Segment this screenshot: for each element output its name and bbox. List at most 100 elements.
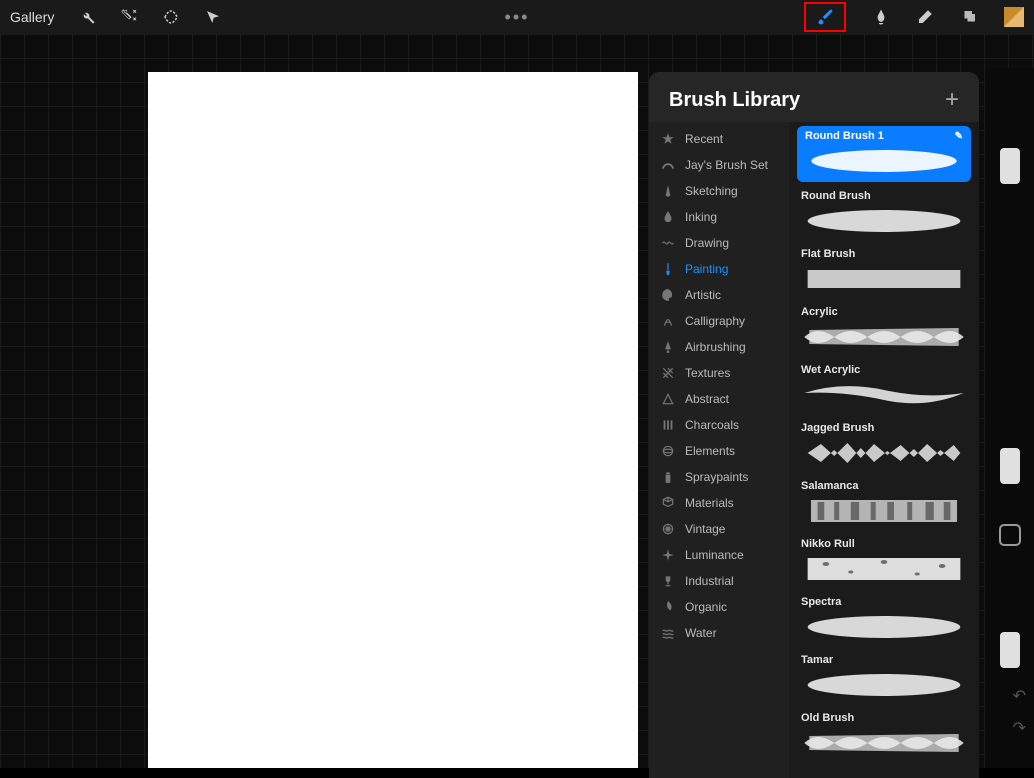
brush-size-slider-thumb[interactable] [1000,148,1020,184]
category-label: Charcoals [685,418,739,432]
topbar-left-tools [78,8,222,26]
category-list[interactable]: Recent Jay's Brush Set Sketching Inking Draw… [649,122,789,778]
brush-tool-highlighted[interactable] [804,2,846,32]
opacity-slider-thumb[interactable] [1000,448,1020,484]
category-label: Luminance [685,548,744,562]
category-item-water[interactable]: Water [649,620,789,646]
category-item-industrial[interactable]: Industrial [649,568,789,594]
lines-icon [661,418,675,432]
category-item-elements[interactable]: Elements [649,438,789,464]
brush-name: Round Brush 1✎ [805,130,963,142]
brush-item-round-brush[interactable]: Round Brush [797,188,971,240]
trophy-icon [661,574,675,588]
brush-item-jagged-brush[interactable]: Jagged Brush [797,420,971,472]
sphere-icon [661,444,675,458]
category-label: Recent [685,132,723,146]
category-label: Calligraphy [685,314,745,328]
category-item-airbrushing[interactable]: Airbrushing [649,334,789,360]
color-picker[interactable] [1004,7,1024,27]
pencil-icon [661,184,675,198]
category-item-organic[interactable]: Organic [649,594,789,620]
gallery-button[interactable]: Gallery [10,9,54,25]
cursor-icon[interactable] [204,8,222,26]
brush-name: Old Brush [801,712,967,724]
brush-item-salamanca[interactable]: Salamanca [797,478,971,530]
asterisk-icon [661,522,675,536]
brush-item-acrylic[interactable]: Acrylic [797,304,971,356]
brush-name: Wet Acrylic [801,364,967,376]
category-item-drawing[interactable]: Drawing [649,230,789,256]
category-item-textures[interactable]: Textures [649,360,789,386]
add-brush-button[interactable]: + [945,88,959,112]
redo-icon[interactable]: ↷ [1013,718,1026,738]
category-label: Industrial [685,574,734,588]
modify-button[interactable] [999,524,1021,546]
brush-item-round-brush-1[interactable]: Round Brush 1✎ [797,126,971,182]
brush-name: Flat Brush [801,248,967,260]
brush-library-panel: Brush Library + Recent Jay's Brush Set Ske… [649,72,979,778]
more-menu-icon[interactable]: ••• [505,7,530,28]
brush-name: Jagged Brush [801,422,967,434]
brush-icon [661,262,675,276]
category-label: Painting [685,262,728,276]
category-item-inking[interactable]: Inking [649,204,789,230]
brush-item-tamar[interactable]: Tamar [797,652,971,704]
category-item-painting[interactable]: Painting [649,256,789,282]
brush-item-old-brush[interactable]: Old Brush [797,710,971,762]
category-label: Inking [685,210,717,224]
waves-icon [661,626,675,640]
category-item-vintage[interactable]: Vintage [649,516,789,542]
brush-item-flat-brush[interactable]: Flat Brush [797,246,971,298]
brush-name: Spectra [801,596,967,608]
spray-icon [661,340,675,354]
squiggle-icon [661,236,675,250]
eraser-icon[interactable] [916,8,934,26]
brush-item-spectra[interactable]: Spectra [797,594,971,646]
category-item-abstract[interactable]: Abstract [649,386,789,412]
edit-brush-icon[interactable]: ✎ [955,131,963,142]
brush-name: Salamanca [801,480,967,492]
category-item-charcoals[interactable]: Charcoals [649,412,789,438]
category-label: Spraypaints [685,470,748,484]
canvas-area: Brush Library + Recent Jay's Brush Set Ske… [0,34,1034,768]
brush-panel-header: Brush Library + [649,72,979,122]
category-item-materials[interactable]: Materials [649,490,789,516]
undo-icon[interactable]: ↶ [1013,686,1026,706]
brush-name: Round Brush [801,190,967,202]
brush-item-nikko-rull[interactable]: Nikko Rull [797,536,971,588]
right-sidebar: ↶ ↷ [986,68,1034,768]
sparkle-icon [661,548,675,562]
wrench-icon[interactable] [78,8,96,26]
palette-icon [661,288,675,302]
brush-name: Nikko Rull [801,538,967,550]
layers-icon[interactable] [960,8,978,26]
category-label: Elements [685,444,735,458]
category-label: Water [685,626,717,640]
category-item-recent[interactable]: Recent [649,126,789,152]
select-icon[interactable] [162,8,180,26]
category-item-calligraphy[interactable]: Calligraphy [649,308,789,334]
category-item-sketching[interactable]: Sketching [649,178,789,204]
brush-item-wet-acrylic[interactable]: Wet Acrylic [797,362,971,414]
brush-icon [816,8,834,26]
topbar-right-tools [804,2,1024,32]
brush-name: Tamar [801,654,967,666]
brush-list[interactable]: Round Brush 1✎ Round Brush Flat Brush Acryl… [789,122,979,778]
smudge-icon[interactable] [872,8,890,26]
wand-icon[interactable] [120,8,138,26]
cube-icon [661,496,675,510]
brush-panel-body: Recent Jay's Brush Set Sketching Inking Draw… [649,122,979,778]
category-label: Airbrushing [685,340,746,354]
stroke-icon [661,158,675,172]
category-item-artistic[interactable]: Artistic [649,282,789,308]
slider-thumb-lower[interactable] [1000,632,1020,668]
category-label: Sketching [685,184,738,198]
a-icon [661,314,675,328]
topbar: Gallery ••• [0,0,1034,34]
category-item-spraypaints[interactable]: Spraypaints [649,464,789,490]
category-item-luminance[interactable]: Luminance [649,542,789,568]
canvas[interactable] [148,72,638,768]
can-icon [661,470,675,484]
category-item-jay-s-brush-set[interactable]: Jay's Brush Set [649,152,789,178]
star-icon [661,132,675,146]
